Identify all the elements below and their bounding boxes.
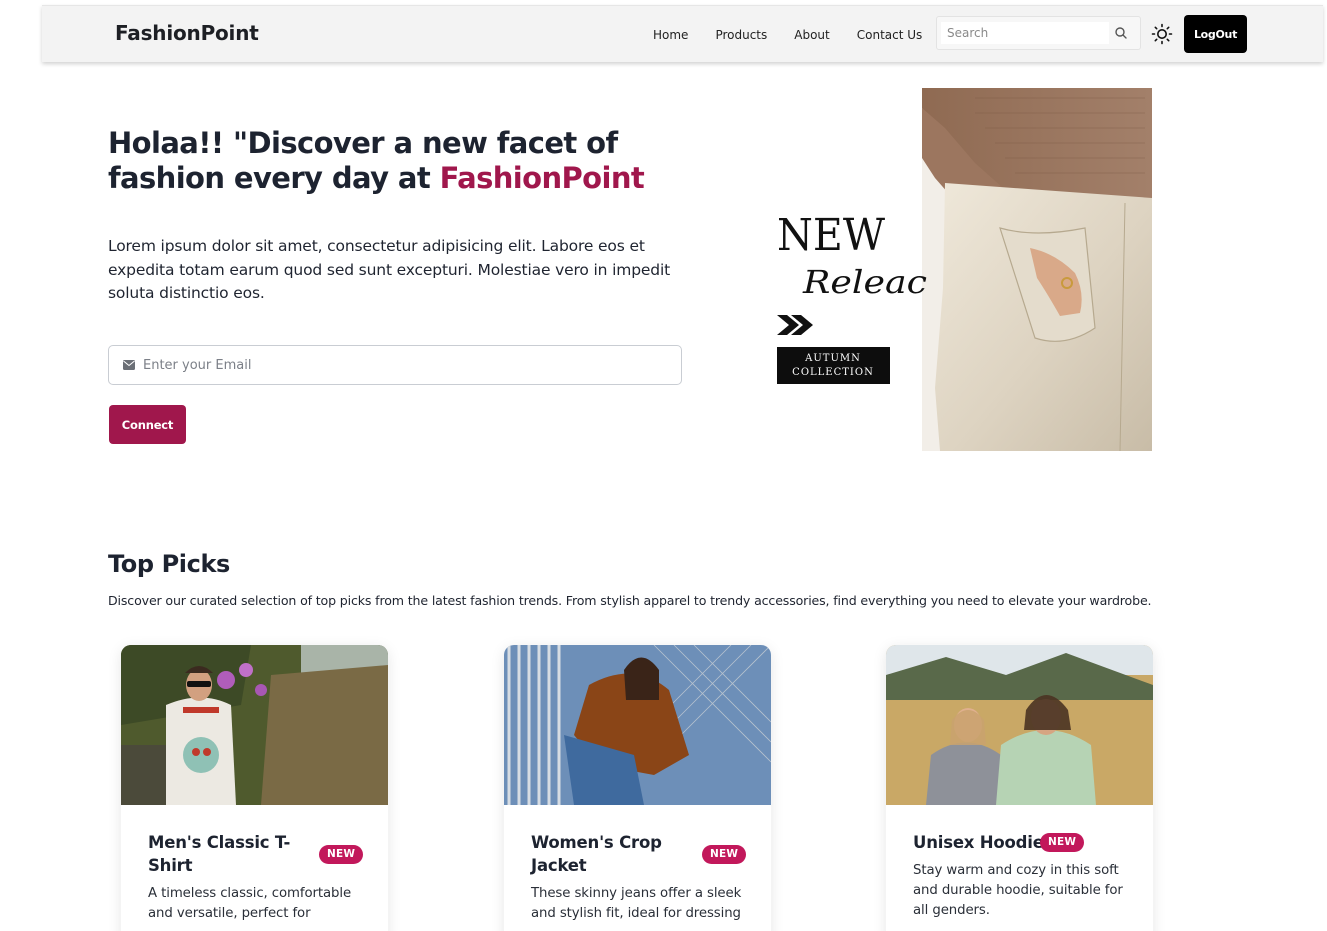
hero-description: Lorem ipsum dolor sit amet, consectetur … bbox=[108, 237, 671, 302]
nav-about-link[interactable]: About bbox=[794, 28, 829, 42]
product-description: Stay warm and cozy in this soft and dura… bbox=[913, 863, 1123, 918]
nav-home-link[interactable]: Home bbox=[653, 28, 688, 42]
hero-title-brand: FashionPoint bbox=[439, 161, 645, 195]
product-description: A timeless classic, comfortable and vers… bbox=[148, 886, 352, 921]
product-title: Women's Crop Jacket bbox=[531, 833, 662, 875]
sun-icon[interactable] bbox=[1151, 23, 1173, 45]
nav-links: Home Products About Contact Us bbox=[653, 6, 922, 63]
navbar: FashionPoint Home Products About Contact… bbox=[42, 5, 1323, 62]
product-card-jacket[interactable]: Women's Crop Jacket NEW These skinny jea… bbox=[504, 645, 771, 931]
search-box bbox=[936, 16, 1141, 50]
new-release-text: NEW bbox=[777, 210, 886, 261]
connect-button[interactable]: Connect bbox=[109, 405, 186, 444]
product-image-jacket bbox=[504, 645, 771, 805]
new-badge: NEW bbox=[319, 845, 364, 864]
product-card-hoodie[interactable]: Unisex Hoodie NEW Stay warm and cozy in … bbox=[886, 645, 1153, 931]
email-field-wrapper bbox=[108, 345, 682, 385]
hero-promo-image: NEW Releac AUTUMN COLLECTION bbox=[775, 88, 1152, 451]
collection-text: COLLECTION bbox=[792, 367, 874, 378]
release-script-text: Releac bbox=[802, 263, 927, 301]
product-description: These skinny jeans offer a sleek and sty… bbox=[531, 886, 742, 921]
top-picks-description: Discover our curated selection of top pi… bbox=[108, 593, 1152, 608]
product-card-tshirt[interactable]: Men's Classic T-Shirt NEW A timeless cla… bbox=[121, 645, 388, 931]
hero-title: Holaa!! "Discover a new facet of fashion… bbox=[108, 126, 668, 196]
nav-contact-link[interactable]: Contact Us bbox=[857, 28, 923, 42]
autumn-text: AUTUMN bbox=[804, 353, 861, 364]
top-picks-title: Top Picks bbox=[108, 550, 230, 578]
search-input[interactable] bbox=[941, 22, 1109, 44]
new-badge: NEW bbox=[702, 845, 747, 864]
email-field[interactable] bbox=[143, 354, 663, 376]
nav-products-link[interactable]: Products bbox=[715, 28, 767, 42]
envelope-icon bbox=[123, 360, 135, 370]
product-title: Men's Classic T-Shirt bbox=[148, 833, 291, 875]
new-badge: NEW bbox=[1040, 833, 1085, 852]
brand-logo[interactable]: FashionPoint bbox=[115, 21, 259, 45]
logout-button[interactable]: LogOut bbox=[1184, 15, 1247, 53]
product-image-tshirt bbox=[121, 645, 388, 805]
search-icon[interactable] bbox=[1113, 25, 1129, 41]
product-image-hoodie bbox=[886, 645, 1153, 805]
